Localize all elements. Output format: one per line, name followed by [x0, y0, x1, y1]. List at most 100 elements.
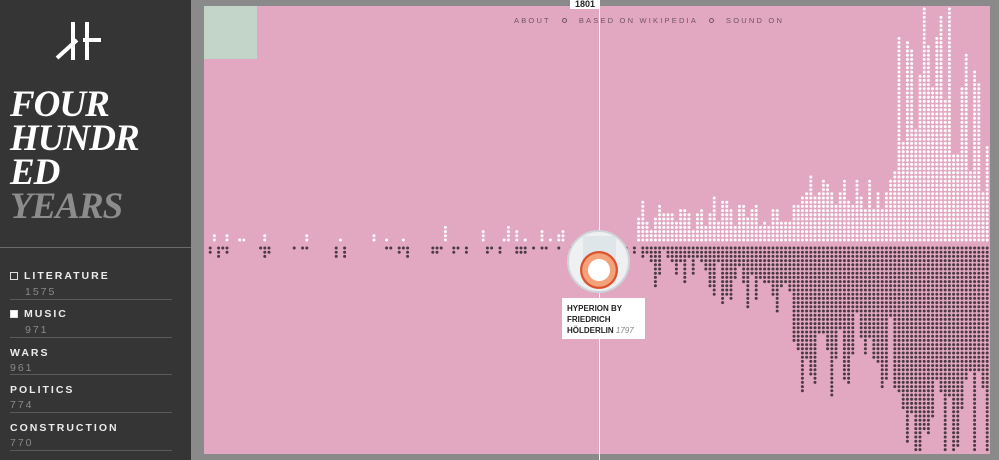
event-dot[interactable] — [830, 204, 834, 208]
event-dot[interactable] — [876, 196, 880, 200]
event-dot[interactable] — [872, 238, 876, 242]
event-dot[interactable] — [712, 238, 716, 242]
event-dot[interactable] — [914, 230, 918, 234]
event-dot[interactable] — [926, 146, 930, 150]
event-dot[interactable] — [842, 334, 846, 338]
event-dot[interactable] — [918, 204, 922, 208]
event-dot[interactable] — [914, 196, 918, 200]
event-dot[interactable] — [754, 275, 758, 279]
event-dot[interactable] — [872, 343, 876, 347]
event-dot[interactable] — [981, 200, 985, 204]
event-dot[interactable] — [519, 246, 523, 250]
event-dot[interactable] — [737, 263, 741, 267]
event-dot[interactable] — [931, 364, 935, 368]
event-dot[interactable] — [905, 188, 909, 192]
event-dot[interactable] — [943, 334, 947, 338]
event-dot[interactable] — [893, 204, 897, 208]
event-dot[interactable] — [910, 326, 914, 330]
event-dot[interactable] — [842, 296, 846, 300]
event-dot[interactable] — [855, 246, 859, 250]
event-dot[interactable] — [931, 334, 935, 338]
event-dot[interactable] — [821, 213, 825, 217]
event-dot[interactable] — [922, 292, 926, 296]
event-dot[interactable] — [939, 183, 943, 187]
event-dot[interactable] — [905, 385, 909, 389]
event-dot[interactable] — [515, 234, 519, 238]
event-dot[interactable] — [922, 45, 926, 49]
event-dot[interactable] — [754, 263, 758, 267]
event-dot[interactable] — [868, 267, 872, 271]
event-dot[interactable] — [632, 250, 636, 254]
event-dot[interactable] — [792, 246, 796, 250]
event-dot[interactable] — [901, 183, 905, 187]
event-dot[interactable] — [968, 196, 972, 200]
event-dot[interactable] — [956, 284, 960, 288]
event-dot[interactable] — [674, 250, 678, 254]
event-dot[interactable] — [956, 414, 960, 418]
event-dot[interactable] — [952, 250, 956, 254]
event-dot[interactable] — [960, 112, 964, 116]
event-dot[interactable] — [834, 296, 838, 300]
event-dot[interactable] — [931, 305, 935, 309]
event-dot[interactable] — [964, 305, 968, 309]
event-dot[interactable] — [817, 309, 821, 313]
event-dot[interactable] — [897, 343, 901, 347]
event-dot[interactable] — [956, 309, 960, 313]
event-dot[interactable] — [901, 230, 905, 234]
event-dot[interactable] — [859, 296, 863, 300]
event-dot[interactable] — [918, 263, 922, 267]
event-dot[interactable] — [746, 225, 750, 229]
event-dot[interactable] — [947, 133, 951, 137]
event-dot[interactable] — [901, 317, 905, 321]
event-dot[interactable] — [901, 175, 905, 179]
event-dot[interactable] — [721, 246, 725, 250]
event-dot[interactable] — [267, 246, 271, 250]
event-dot[interactable] — [926, 225, 930, 229]
event-dot[interactable] — [981, 317, 985, 321]
event-dot[interactable] — [863, 347, 867, 351]
event-dot[interactable] — [754, 280, 758, 284]
event-dot[interactable] — [968, 204, 972, 208]
event-dot[interactable] — [813, 275, 817, 279]
event-dot[interactable] — [939, 372, 943, 376]
event-dot[interactable] — [700, 225, 704, 229]
event-dot[interactable] — [855, 238, 859, 242]
event-dot[interactable] — [926, 116, 930, 120]
event-dot[interactable] — [973, 175, 977, 179]
event-dot[interactable] — [985, 347, 989, 351]
event-dot[interactable] — [901, 146, 905, 150]
event-dot[interactable] — [901, 192, 905, 196]
event-dot[interactable] — [792, 309, 796, 313]
event-dot[interactable] — [918, 364, 922, 368]
event-dot[interactable] — [809, 217, 813, 221]
event-dot[interactable] — [914, 414, 918, 418]
event-dot[interactable] — [968, 322, 972, 326]
event-dot[interactable] — [863, 280, 867, 284]
event-dot[interactable] — [981, 217, 985, 221]
event-dot[interactable] — [935, 137, 939, 141]
event-dot[interactable] — [872, 280, 876, 284]
event-dot[interactable] — [977, 91, 981, 95]
event-dot[interactable] — [830, 230, 834, 234]
event-dot[interactable] — [947, 234, 951, 238]
event-dot[interactable] — [960, 288, 964, 292]
event-dot[interactable] — [880, 343, 884, 347]
event-dot[interactable] — [880, 259, 884, 263]
event-dot[interactable] — [729, 209, 733, 213]
event-dot[interactable] — [880, 284, 884, 288]
event-dot[interactable] — [922, 288, 926, 292]
event-dot[interactable] — [922, 41, 926, 45]
event-dot[interactable] — [721, 263, 725, 267]
event-dot[interactable] — [931, 280, 935, 284]
event-dot[interactable] — [905, 439, 909, 443]
event-dot[interactable] — [922, 263, 926, 267]
event-dot[interactable] — [842, 217, 846, 221]
event-dot[interactable] — [725, 230, 729, 234]
event-dot[interactable] — [914, 347, 918, 351]
event-dot[interactable] — [952, 309, 956, 313]
event-dot[interactable] — [922, 427, 926, 431]
event-dot[interactable] — [914, 338, 918, 342]
event-dot[interactable] — [964, 376, 968, 380]
event-dot[interactable] — [826, 188, 830, 192]
event-dot[interactable] — [935, 305, 939, 309]
